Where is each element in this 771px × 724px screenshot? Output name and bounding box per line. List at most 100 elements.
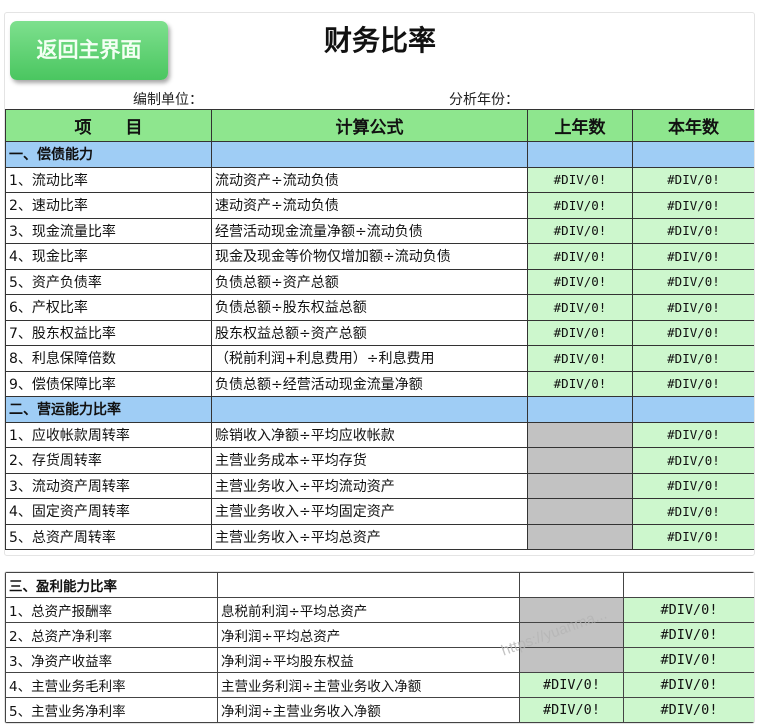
section-formula-blank (217, 572, 520, 598)
item-cell[interactable]: 9、偿债保障比率 (5, 370, 212, 397)
curr-year-cell[interactable]: #DIV/0! (632, 370, 754, 397)
formula-cell[interactable]: （税前利润+利息费用）÷利息费用 (211, 345, 528, 372)
formula-cell[interactable]: 赊销收入净额÷平均应收帐款 (211, 421, 528, 448)
section-header-row: 二、营运能力比率 (5, 396, 754, 423)
table-row: 4、固定资产周转率 主营业务收入÷平均固定资产 #DIV/0! (5, 498, 754, 525)
table-row: 7、股东权益比率 股东权益总额÷资产总额 #DIV/0! #DIV/0! (5, 319, 754, 346)
curr-year-cell[interactable]: #DIV/0! (632, 472, 754, 499)
formula-cell[interactable]: 经营活动现金流量净额÷流动负债 (211, 217, 528, 244)
item-cell[interactable]: 6、产权比率 (5, 294, 212, 321)
formula-cell[interactable]: 净利润÷平均总资产 (217, 622, 520, 648)
profitability-table: 三、盈利能力比率 1、总资产报酬率 息税前利润÷平均总资产 #DIV/0! 2、总资产净… (5, 572, 754, 723)
curr-year-cell[interactable]: #DIV/0! (632, 192, 754, 219)
item-cell[interactable]: 1、总资产报酬率 (5, 597, 218, 623)
curr-year-cell[interactable]: #DIV/0! (632, 421, 754, 448)
table-row: 3、流动资产周转率 主营业务收入÷平均流动资产 #DIV/0! (5, 472, 754, 499)
formula-cell[interactable]: 负债总额÷经营活动现金流量净额 (211, 370, 528, 397)
formula-cell[interactable]: 速动资产÷流动负债 (211, 192, 528, 219)
table-row: 2、总资产净利率 净利润÷平均总资产 #DIV/0! (5, 622, 754, 648)
curr-year-cell[interactable]: #DIV/0! (623, 622, 754, 648)
ratio-table-body: 一、偿债能力 1、流动比率 流动资产÷流动负债 #DIV/0! #DIV/0! 2、速动比… (5, 141, 754, 550)
curr-year-cell[interactable]: #DIV/0! (632, 319, 754, 346)
section-header-row: 三、盈利能力比率 (5, 572, 754, 598)
item-cell[interactable]: 5、主营业务净利率 (5, 697, 218, 723)
prev-year-cell[interactable]: #DIV/0! (527, 268, 633, 295)
curr-year-cell[interactable]: #DIV/0! (632, 217, 754, 244)
item-cell[interactable]: 3、流动资产周转率 (5, 472, 212, 499)
table-row: 1、流动比率 流动资产÷流动负债 #DIV/0! #DIV/0! (5, 166, 754, 193)
prev-year-cell[interactable]: #DIV/0! (527, 217, 633, 244)
formula-cell[interactable]: 流动资产÷流动负债 (211, 166, 528, 193)
item-cell[interactable]: 5、资产负债率 (5, 268, 212, 295)
table-row: 2、存货周转率 主营业务成本÷平均存货 #DIV/0! (5, 447, 754, 474)
curr-year-cell[interactable]: #DIV/0! (632, 268, 754, 295)
prev-year-cell[interactable]: #DIV/0! (527, 294, 633, 321)
prev-year-cell[interactable] (527, 523, 633, 550)
profitability-panel: 三、盈利能力比率 1、总资产报酬率 息税前利润÷平均总资产 #DIV/0! 2、总资产净… (4, 571, 755, 724)
column-header-formula: 计算公式 (211, 109, 528, 142)
item-cell[interactable]: 4、现金比率 (5, 243, 212, 270)
column-header-curr-year: 本年数 (632, 109, 754, 142)
formula-cell[interactable]: 主营业务成本÷平均存货 (211, 447, 528, 474)
formula-cell[interactable]: 净利润÷平均股东权益 (217, 647, 520, 673)
column-header-item: 项 目 (5, 109, 212, 142)
curr-year-cell[interactable]: #DIV/0! (623, 597, 754, 623)
formula-cell[interactable]: 主营业务收入÷平均流动资产 (211, 472, 528, 499)
item-cell[interactable]: 1、应收帐款周转率 (5, 421, 212, 448)
back-to-main-button[interactable]: 返回主界面 (10, 21, 168, 80)
item-cell[interactable]: 3、现金流量比率 (5, 217, 212, 244)
ratio-sheet-panel: 返回主界面 财务比率 编制单位： 分析年份： 项 目 计算公式 上年数 本年数 … (4, 12, 755, 556)
curr-year-cell[interactable]: #DIV/0! (623, 672, 754, 698)
item-cell[interactable]: 2、总资产净利率 (5, 622, 218, 648)
formula-cell[interactable]: 净利润÷主营业务收入净额 (217, 697, 520, 723)
item-cell[interactable]: 3、净资产收益率 (5, 647, 218, 673)
formula-cell[interactable]: 现金及现金等价物仅增加额÷流动负债 (211, 243, 528, 270)
curr-year-cell[interactable]: #DIV/0! (623, 697, 754, 723)
curr-year-cell[interactable]: #DIV/0! (632, 243, 754, 270)
item-cell[interactable]: 5、总资产周转率 (5, 523, 212, 550)
table-row: 5、总资产周转率 主营业务收入÷平均总资产 #DIV/0! (5, 523, 754, 550)
prev-year-cell[interactable] (527, 472, 633, 499)
curr-year-cell[interactable]: #DIV/0! (632, 294, 754, 321)
prev-year-cell[interactable]: #DIV/0! (527, 319, 633, 346)
formula-cell[interactable]: 负债总额÷资产总额 (211, 268, 528, 295)
prev-year-cell[interactable] (527, 447, 633, 474)
curr-year-cell[interactable]: #DIV/0! (632, 166, 754, 193)
formula-cell[interactable]: 股东权益总额÷资产总额 (211, 319, 528, 346)
curr-year-cell[interactable]: #DIV/0! (632, 523, 754, 550)
prev-year-cell[interactable] (527, 498, 633, 525)
item-cell[interactable]: 2、速动比率 (5, 192, 212, 219)
prev-year-cell[interactable] (527, 421, 633, 448)
curr-year-cell[interactable]: #DIV/0! (632, 498, 754, 525)
formula-cell[interactable]: 主营业务利润÷主营业务收入净额 (217, 672, 520, 698)
item-cell[interactable]: 4、固定资产周转率 (5, 498, 212, 525)
section-title: 一、偿债能力 (5, 141, 212, 168)
prev-year-cell[interactable]: #DIV/0! (519, 697, 624, 723)
table-row: 4、现金比率 现金及现金等价物仅增加额÷流动负债 #DIV/0! #DIV/0! (5, 243, 754, 270)
prev-year-cell[interactable]: #DIV/0! (527, 243, 633, 270)
curr-year-cell[interactable]: #DIV/0! (632, 447, 754, 474)
prev-year-cell[interactable] (519, 647, 624, 673)
item-cell[interactable]: 8、利息保障倍数 (5, 345, 212, 372)
formula-cell[interactable]: 负债总额÷股东权益总额 (211, 294, 528, 321)
formula-cell[interactable]: 主营业务收入÷平均固定资产 (211, 498, 528, 525)
formula-cell[interactable]: 主营业务收入÷平均总资产 (211, 523, 528, 550)
curr-year-cell[interactable]: #DIV/0! (623, 647, 754, 673)
item-cell[interactable]: 2、存货周转率 (5, 447, 212, 474)
curr-year-cell[interactable]: #DIV/0! (632, 345, 754, 372)
prev-year-cell[interactable]: #DIV/0! (527, 370, 633, 397)
section-formula-blank (211, 396, 528, 423)
item-cell[interactable]: 7、股东权益比率 (5, 319, 212, 346)
prev-year-cell[interactable]: #DIV/0! (527, 345, 633, 372)
table-row: 1、总资产报酬率 息税前利润÷平均总资产 #DIV/0! (5, 597, 754, 623)
prev-year-cell[interactable]: #DIV/0! (527, 166, 633, 193)
prev-year-cell[interactable]: #DIV/0! (519, 672, 624, 698)
item-cell[interactable]: 1、流动比率 (5, 166, 212, 193)
section-curr-blank (632, 141, 754, 168)
table-row: 9、偿债保障比率 负债总额÷经营活动现金流量净额 #DIV/0! #DIV/0! (5, 370, 754, 397)
formula-cell[interactable]: 息税前利润÷平均总资产 (217, 597, 520, 623)
item-cell[interactable]: 4、主营业务毛利率 (5, 672, 218, 698)
prev-year-cell[interactable]: #DIV/0! (527, 192, 633, 219)
section-header-row: 一、偿债能力 (5, 141, 754, 168)
table-row: 3、净资产收益率 净利润÷平均股东权益 #DIV/0! (5, 647, 754, 673)
